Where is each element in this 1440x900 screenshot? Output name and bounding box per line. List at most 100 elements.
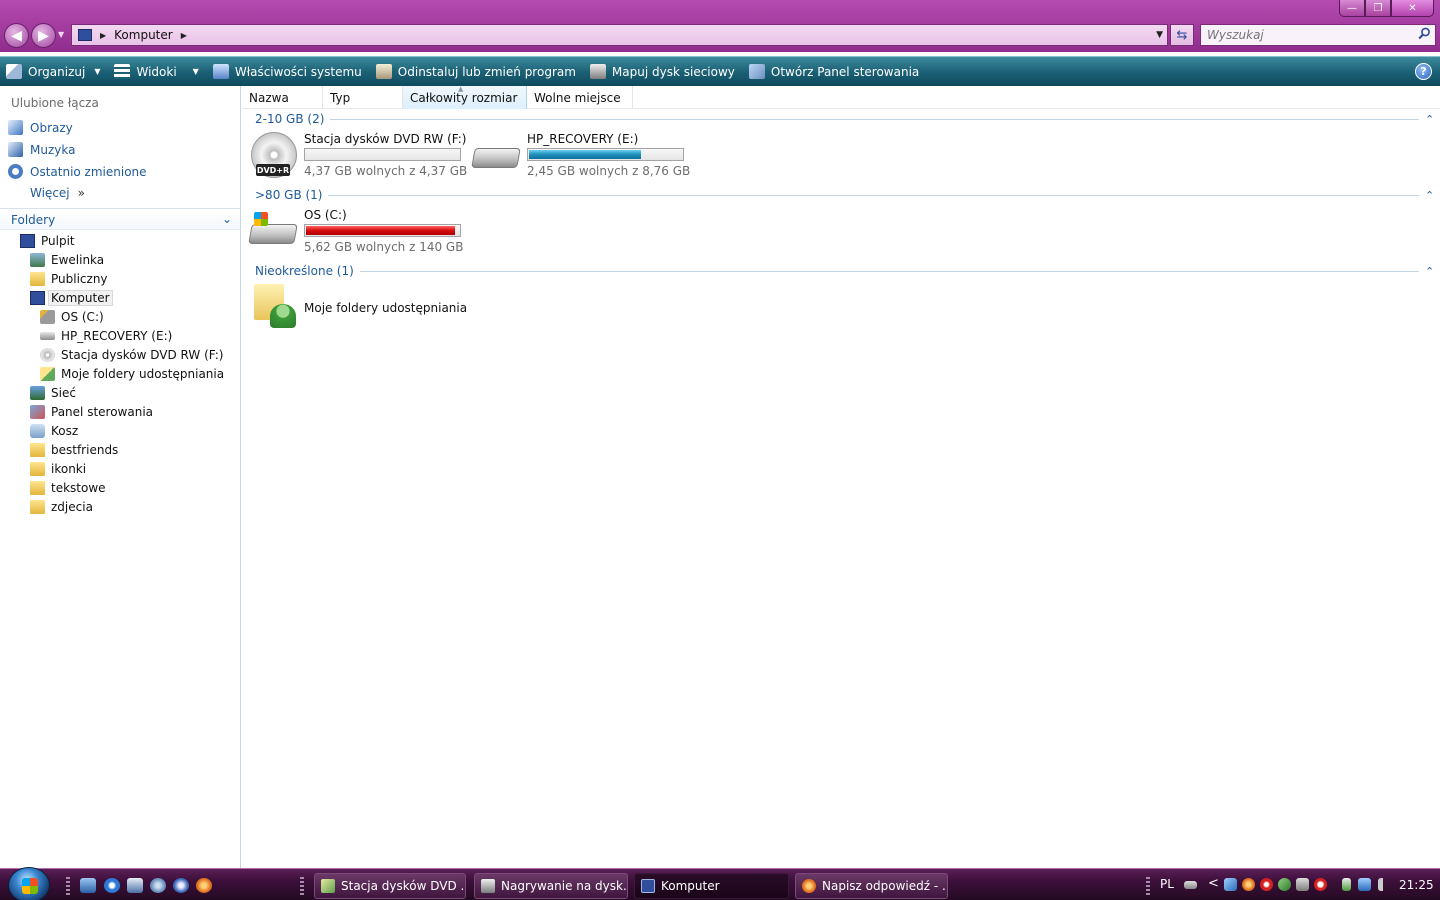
- tree-item-publiczny[interactable]: Publiczny: [30, 270, 108, 288]
- shared-folders-tile[interactable]: Moje foldery udostępniania: [250, 284, 467, 332]
- drive-tile-dvd[interactable]: DVD+R Stacja dysków DVD RW (F:) 4,37 GB …: [250, 132, 467, 180]
- taskbar-grip[interactable]: [300, 877, 304, 895]
- tree-item-os-c[interactable]: OS (C:): [40, 308, 104, 326]
- address-bar[interactable]: ▶ Komputer ▶ ▼: [71, 24, 1168, 46]
- firefox-icon[interactable]: [196, 878, 212, 893]
- uninstall-program-button[interactable]: Odinstaluj lub zmień program: [375, 64, 576, 79]
- tree-item-label: Stacja dysków DVD RW (F:): [61, 348, 224, 362]
- network-tray-icon[interactable]: [1224, 878, 1237, 891]
- group-label: Nieokreślone (1): [255, 264, 354, 278]
- breadcrumb-komputer[interactable]: Komputer: [114, 28, 173, 42]
- drive-name: OS (C:): [304, 208, 347, 222]
- messenger-tray-icon[interactable]: [1278, 878, 1291, 891]
- tree-item-control-panel[interactable]: Panel sterowania: [30, 403, 153, 421]
- chevron-down-icon[interactable]: ⌄: [222, 212, 232, 226]
- favorite-link-obrazy[interactable]: Obrazy: [8, 120, 73, 135]
- drive-tile-os-c[interactable]: OS (C:) 5,62 GB wolnych z 140 GB: [248, 208, 463, 256]
- tree-item-ikonki[interactable]: ikonki: [30, 460, 86, 478]
- start-button[interactable]: [8, 867, 50, 900]
- refresh-button[interactable]: ⇆: [1170, 24, 1194, 46]
- folder-name: Moje foldery udostępniania: [304, 301, 468, 315]
- tree-item-label: Publiczny: [51, 272, 108, 286]
- forward-button[interactable]: ▶: [31, 23, 56, 48]
- more-favorites-link[interactable]: Więcej »: [30, 186, 85, 200]
- tree-item-shared-folders[interactable]: Moje foldery udostępniania: [40, 365, 224, 383]
- tree-item-pulpit[interactable]: Pulpit: [20, 232, 75, 250]
- collapse-icon[interactable]: ⌃: [1425, 189, 1435, 202]
- address-dropdown-icon[interactable]: ▼: [1156, 30, 1163, 40]
- recent-pages-dropdown[interactable]: ▼: [58, 30, 64, 39]
- language-indicator[interactable]: PL: [1160, 877, 1174, 891]
- favorite-link-muzyka[interactable]: Muzyka: [8, 142, 75, 157]
- organize-icon: [6, 64, 22, 79]
- map-network-drive-button[interactable]: Mapuj dysk sieciowy: [589, 64, 735, 79]
- update-tray-icon[interactable]: [1242, 878, 1255, 891]
- internet-explorer-icon[interactable]: [104, 878, 120, 893]
- tree-item-komputer[interactable]: Komputer: [30, 289, 113, 307]
- taskbar-button-dvd[interactable]: Stacja dysków DVD ...: [314, 873, 466, 899]
- tree-item-label: bestfriends: [51, 443, 119, 457]
- group-header-unspecified[interactable]: Nieokreślone (1) ⌃: [255, 264, 1435, 278]
- clock[interactable]: 21:25: [1399, 878, 1434, 892]
- group-header-80gb[interactable]: >80 GB (1) ⌃: [255, 188, 1435, 202]
- printer-tray-icon[interactable]: [1296, 878, 1309, 891]
- volume-icon[interactable]: [1378, 878, 1391, 891]
- folders-header[interactable]: Foldery ⌄: [0, 208, 240, 230]
- tree-item-label: Moje foldery udostępniania: [61, 367, 225, 381]
- battery-icon[interactable]: [1342, 878, 1351, 891]
- help-button[interactable]: ?: [1415, 63, 1432, 80]
- drive-tile-hp-recovery[interactable]: HP_RECOVERY (E:) 2,45 GB wolnych z 8,76 …: [471, 132, 691, 180]
- show-hidden-icons-chevron[interactable]: <: [1208, 876, 1219, 891]
- column-header-free-space[interactable]: Wolne miejsce: [527, 86, 633, 109]
- map-network-drive-label: Mapuj dysk sieciowy: [611, 64, 735, 79]
- taskbar-button-burning[interactable]: Nagrywanie na dysk...: [474, 873, 628, 899]
- favorite-link-recent[interactable]: Ostatnio zmienione: [8, 164, 147, 179]
- taskbar-button-komputer[interactable]: Komputer: [634, 873, 789, 899]
- search-icon[interactable]: [1418, 27, 1431, 40]
- group-header-2-10gb[interactable]: 2-10 GB (2) ⌃: [255, 112, 1435, 126]
- tree-item-dvd-drive[interactable]: Stacja dysków DVD RW (F:): [40, 346, 223, 364]
- tree-item-tekstowe[interactable]: tekstowe: [30, 479, 106, 497]
- search-box[interactable]: [1200, 24, 1436, 46]
- taskbar-button-firefox[interactable]: Napisz odpowiedź - ...: [795, 873, 948, 899]
- organize-button[interactable]: Organizuj ▼: [6, 64, 100, 79]
- column-header-total-size[interactable]: ▲ Całkowity rozmiar: [403, 85, 527, 109]
- breadcrumb-separator-icon[interactable]: ▶: [181, 31, 187, 40]
- antivirus-tray-icon[interactable]: [1314, 878, 1327, 891]
- drive-name: Stacja dysków DVD RW (F:): [304, 132, 467, 146]
- views-button[interactable]: Widoki ▼: [114, 64, 199, 79]
- folder-icon: [30, 462, 45, 476]
- open-control-panel-button[interactable]: Otwórz Panel sterowania: [748, 64, 919, 79]
- minimize-button[interactable]: —: [1339, 0, 1365, 17]
- command-toolbar: Organizuj ▼ Widoki ▼ Właściwości systemu…: [0, 56, 1440, 86]
- show-desktop-icon[interactable]: [80, 878, 96, 893]
- back-button[interactable]: ◀: [4, 23, 29, 48]
- collapse-icon[interactable]: ⌃: [1425, 113, 1435, 126]
- media-player-icon[interactable]: [150, 878, 166, 893]
- column-header-typ[interactable]: Typ: [323, 86, 403, 109]
- drive-name: HP_RECOVERY (E:): [527, 132, 639, 146]
- system-properties-button[interactable]: Właściwości systemu: [212, 64, 362, 79]
- maximize-button[interactable]: ❐: [1365, 0, 1391, 17]
- taskbar-grip[interactable]: [66, 877, 70, 895]
- collapse-icon[interactable]: ⌃: [1425, 265, 1435, 278]
- tree-item-kosz[interactable]: Kosz: [30, 422, 78, 440]
- tree-item-label: ikonki: [51, 462, 87, 476]
- network-connection-icon[interactable]: [1358, 878, 1371, 891]
- drive-free-space: 2,45 GB wolnych z 8,76 GB: [527, 164, 691, 178]
- security-tray-icon[interactable]: [1260, 878, 1273, 891]
- tree-item-zdjecia[interactable]: zdjecia: [30, 498, 93, 516]
- tree-item-ewelinka[interactable]: Ewelinka: [30, 251, 104, 269]
- breadcrumb-separator-icon[interactable]: ▶: [100, 31, 106, 40]
- taskbar-grip[interactable]: [1146, 877, 1150, 895]
- messenger-icon[interactable]: [173, 878, 189, 893]
- search-input[interactable]: [1207, 28, 1407, 42]
- column-header-nazwa[interactable]: Nazwa: [242, 86, 323, 109]
- tree-item-hp-recovery[interactable]: HP_RECOVERY (E:): [40, 327, 172, 345]
- tree-item-siec[interactable]: Sieć: [30, 384, 76, 402]
- close-button[interactable]: ✕: [1391, 0, 1434, 17]
- switch-windows-icon[interactable]: [127, 878, 143, 893]
- keyboard-icon[interactable]: [1184, 881, 1197, 889]
- tree-item-bestfriends[interactable]: bestfriends: [30, 441, 118, 459]
- shared-folders-icon: [40, 367, 55, 381]
